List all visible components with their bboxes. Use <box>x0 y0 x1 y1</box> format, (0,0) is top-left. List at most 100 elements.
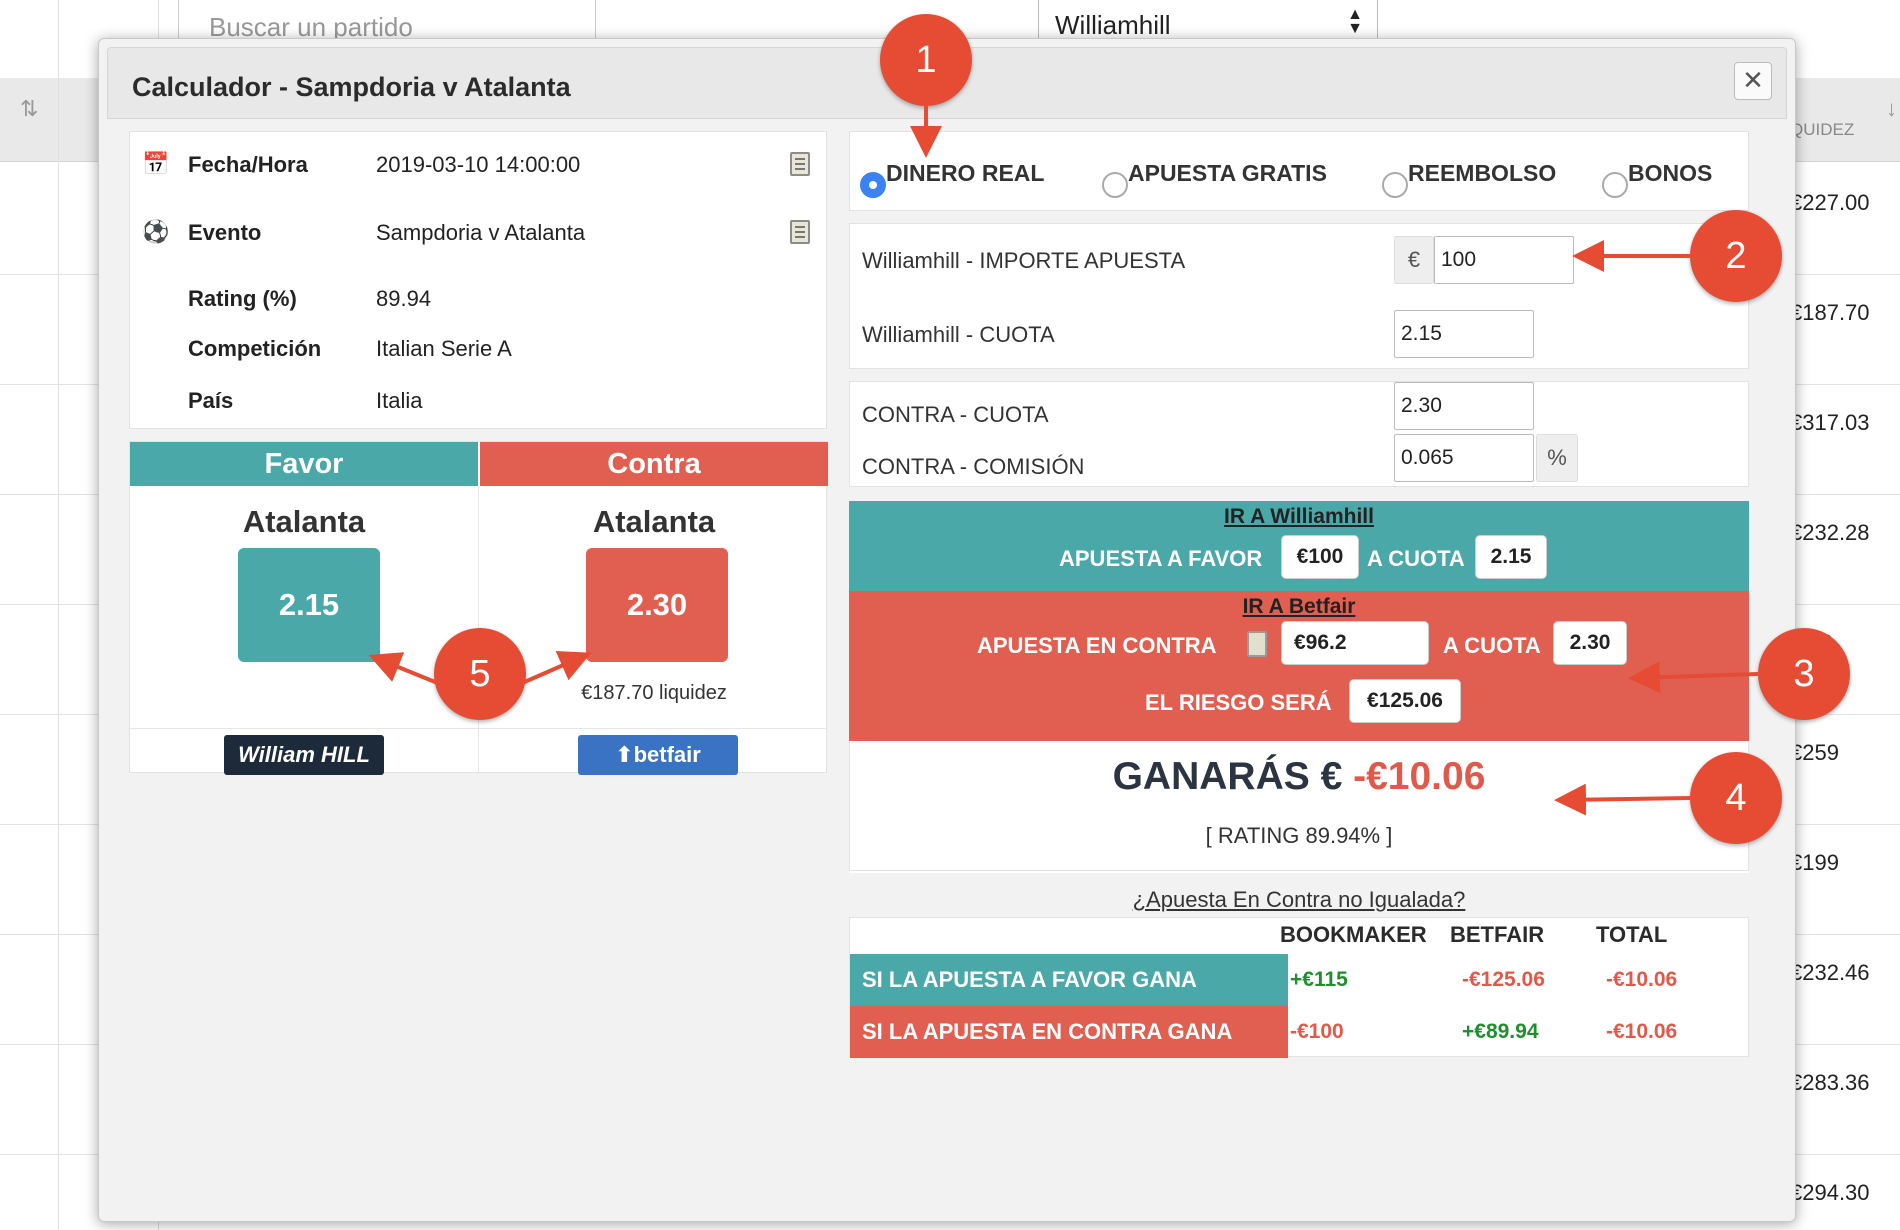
favor-odds-box[interactable]: 2.15 <box>238 548 380 662</box>
copy-icon[interactable] <box>790 152 810 176</box>
annotation-badge-1: 1 <box>880 14 972 106</box>
back-odds-input[interactable]: 2.15 <box>1394 310 1534 358</box>
close-button[interactable]: ✕ <box>1734 62 1772 100</box>
win-label: GANARÁS € <box>1112 755 1343 798</box>
bookmaker-band: IR A Williamhill APUESTA A FAVOR €100 A … <box>849 501 1749 591</box>
outcomes-cell-total: -€10.06 <box>1606 1020 1678 1043</box>
stake-input[interactable]: 100 <box>1434 236 1574 284</box>
lay-bet-panel: CONTRA - CUOTA 2.30 CONTRA - COMISIÓN 0.… <box>849 381 1749 487</box>
outcomes-cell-bookmaker: -€100 <box>1290 1020 1344 1043</box>
percent-addon: % <box>1536 434 1578 482</box>
radio-button[interactable] <box>1602 172 1628 198</box>
betfair-logo[interactable]: ⬆betfair <box>578 735 738 775</box>
event-info-label: Evento <box>188 220 262 245</box>
outcomes-row-label: SI LA APUESTA EN CONTRA GANA <box>850 1006 1288 1058</box>
annotation-badge-5: 5 <box>434 628 526 720</box>
event-info-row: 📅 Fecha/Hora 2019-03-10 14:00:00 <box>130 150 826 190</box>
calculator-modal: Calculador - Sampdoria v Atalanta ✕ 📅 Fec… <box>98 38 1796 1222</box>
win-amount: GANARÁS € -€10.06 <box>850 755 1748 799</box>
event-info-row: Competición Italian Serie A <box>130 334 826 374</box>
background-liquidity-value: €259 <box>1790 740 1839 765</box>
modal-title: Calculador - Sampdoria v Atalanta <box>132 72 571 102</box>
bet-type-panel: DINERO REAL APUESTA GRATIS REEMBOLSO BONOS <box>849 131 1749 211</box>
radio-label[interactable]: BONOS <box>1628 160 1712 187</box>
background-liquidity-value: €227.00 <box>1790 190 1870 215</box>
betfair-logo-text: betfair <box>633 742 701 767</box>
annotation-badge-4: 4 <box>1690 752 1782 844</box>
result-box: GANARÁS € -€10.06 [ RATING 89.94% ] <box>849 741 1749 871</box>
event-info-label: Competición <box>188 336 322 361</box>
contra-header: Contra <box>480 442 828 486</box>
event-info-row: ⚽ Evento Sampdoria v Atalanta <box>130 218 826 258</box>
outcomes-column-header: BETFAIR <box>1450 922 1545 947</box>
event-info-value: Italia <box>376 388 423 413</box>
risk-pill: €125.06 <box>1349 679 1461 723</box>
radio-label[interactable]: REEMBOLSO <box>1408 160 1556 187</box>
background-liquidity-value: €283.36 <box>1790 1070 1870 1095</box>
exchange-band: IR A Betfair APUESTA EN CONTRA €96.2 A C… <box>849 591 1749 741</box>
back-bet-text: APUESTA A FAVOR <box>1059 546 1263 571</box>
outcomes-column-header: BOOKMAKER <box>1280 922 1427 947</box>
background-divider <box>58 0 59 1230</box>
event-info-value: Italian Serie A <box>376 336 512 361</box>
annotation-badge-3: 3 <box>1758 628 1850 720</box>
unmatched-bet-link[interactable]: ¿Apuesta En Contra no Igualada? <box>849 887 1749 913</box>
risk-text: EL RIESGO SERÁ <box>1145 690 1332 715</box>
logo-row: William HILL ⬆betfair <box>130 728 826 775</box>
select-arrows-icon: ▲ ▼ <box>1347 6 1363 37</box>
event-info-label: Fecha/Hora <box>188 152 308 177</box>
sort-icon[interactable]: ↓ <box>1886 96 1897 122</box>
outcomes-row: SI LA APUESTA EN CONTRA GANA -€100 +€89.94… <box>850 1006 1748 1058</box>
radio-button[interactable] <box>1102 172 1128 198</box>
background-liquidity-value: €232.28 <box>1790 520 1870 545</box>
contra-team: Atalanta <box>592 504 716 539</box>
commission-input[interactable]: 0.065 <box>1394 434 1534 482</box>
stake-label: Williamhill - IMPORTE APUESTA <box>862 248 1186 273</box>
radio-button[interactable] <box>860 172 886 198</box>
radio-label[interactable]: APUESTA GRATIS <box>1128 160 1327 187</box>
background-select-value: Williamhill <box>1055 10 1171 40</box>
lay-odds-pill: 2.30 <box>1553 621 1627 665</box>
win-value: -€10.06 <box>1353 755 1486 798</box>
favor-contra-panel: Favor Contra Atalanta Atalanta 2.15 2.30… <box>129 441 828 775</box>
lay-at-odds-text: A CUOTA <box>1443 633 1541 658</box>
back-odds-pill: 2.15 <box>1475 535 1547 579</box>
favor-team: Atalanta <box>242 504 366 539</box>
outcomes-cell-betfair: +€89.94 <box>1462 1020 1539 1043</box>
event-info-value: 89.94 <box>376 286 432 311</box>
favor-header: Favor <box>130 442 478 486</box>
go-bookmaker-link[interactable]: IR A Williamhill <box>849 505 1749 529</box>
background-liquidity-value: €199 <box>1790 850 1839 875</box>
go-exchange-link[interactable]: IR A Betfair <box>849 595 1749 619</box>
lay-odds-label: CONTRA - CUOTA <box>862 402 1049 427</box>
event-info-value: Sampdoria v Atalanta <box>376 220 586 245</box>
radio-button[interactable] <box>1382 172 1408 198</box>
lay-bet-text: APUESTA EN CONTRA <box>977 633 1217 658</box>
rating-line: [ RATING 89.94% ] <box>1205 823 1393 848</box>
sort-icon[interactable]: ⇅ <box>20 96 38 122</box>
williamhill-logo[interactable]: William HILL <box>224 735 384 775</box>
lay-stake-pill[interactable]: €96.2 <box>1281 621 1429 665</box>
background-column-label: QUIDEZ <box>1790 120 1855 139</box>
event-info-row: País Italia <box>130 386 826 426</box>
radio-label[interactable]: DINERO REAL <box>886 160 1044 187</box>
outcomes-row: SI LA APUESTA A FAVOR GANA +€115 -€125.06 -… <box>850 954 1748 1006</box>
outcomes-cell-total: -€10.06 <box>1606 968 1678 991</box>
clipboard-icon[interactable] <box>1247 631 1267 657</box>
back-at-odds-text: A CUOTA <box>1367 546 1465 571</box>
outcomes-column-header: TOTAL <box>1596 922 1668 947</box>
background-liquidity-value: €232.46 <box>1790 960 1870 985</box>
event-info-row: Rating (%) 89.94 <box>130 284 826 324</box>
calendar-icon: 📅 <box>142 151 170 176</box>
event-info-label: País <box>188 388 234 413</box>
contra-odds-box[interactable]: 2.30 <box>586 548 728 662</box>
copy-icon[interactable] <box>790 220 810 244</box>
event-info-label: Rating (%) <box>188 286 297 311</box>
outcomes-table: BOOKMAKER BETFAIR TOTAL SI LA APUESTA A FAV… <box>849 917 1749 1058</box>
back-bet-panel: Williamhill - IMPORTE APUESTA € 100 Will… <box>849 223 1749 369</box>
back-odds-label: Williamhill - CUOTA <box>862 322 1055 347</box>
betfair-arrow-icon: ⬆ <box>615 742 634 767</box>
lay-odds-input[interactable]: 2.30 <box>1394 382 1534 430</box>
outcomes-cell-bookmaker: +€115 <box>1290 968 1348 991</box>
summary-panel: IR A Williamhill APUESTA A FAVOR €100 A … <box>849 501 1749 873</box>
